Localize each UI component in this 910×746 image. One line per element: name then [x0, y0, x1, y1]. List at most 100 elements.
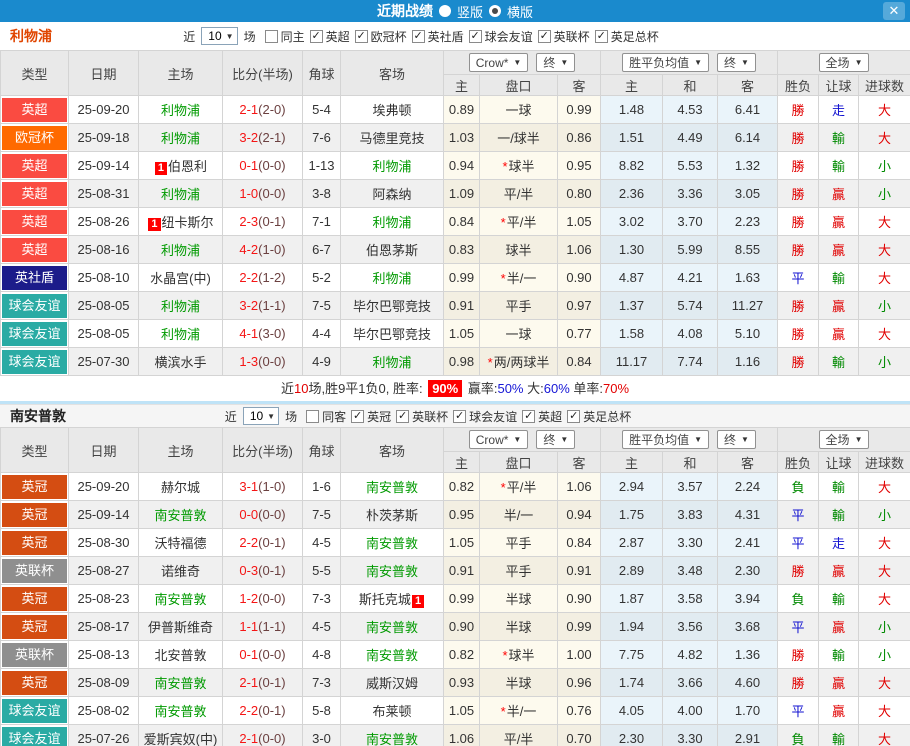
away-team-link[interactable]: 埃弗顿	[372, 103, 411, 118]
match-type-cell: 球会友谊	[0, 724, 69, 746]
games-count-select[interactable]: 10 ▼	[242, 407, 280, 425]
home-team-link[interactable]: 爱斯宾奴(中)	[144, 732, 218, 746]
competition-label[interactable]: 英社盾	[428, 28, 464, 45]
horizontal-layout-label[interactable]: 横版	[507, 2, 533, 21]
bookmaker-group-header: Crow* ▼ 终 ▼	[443, 50, 601, 75]
home-team-link[interactable]: 南安普敦	[154, 704, 206, 719]
home-team-link[interactable]: 利物浦	[161, 131, 200, 146]
away-team-link[interactable]: 斯托克城	[359, 592, 411, 607]
home-team-link[interactable]: 纽卡斯尔	[162, 215, 214, 230]
competition-checkbox[interactable]: ✓	[351, 409, 365, 423]
home-team-link[interactable]: 利物浦	[161, 187, 200, 202]
away-team-link[interactable]: 朴茨茅斯	[366, 508, 418, 523]
away-team-link[interactable]: 南安普敦	[366, 732, 418, 746]
away-team-cell: 南安普敦	[340, 612, 444, 641]
competition-checkbox[interactable]: ✓	[594, 29, 608, 43]
competition-checkbox[interactable]: ✓	[354, 29, 368, 43]
competition-label[interactable]: 英足总杯	[611, 28, 659, 45]
home-team-link[interactable]: 诺维奇	[161, 564, 200, 579]
score-cell: 1-1(1-1)	[222, 612, 303, 641]
competition-checkbox[interactable]: ✓	[309, 29, 323, 43]
competition-checkbox[interactable]: ✓	[567, 409, 581, 423]
final-odds-dropdown[interactable]: 终 ▼	[536, 53, 576, 72]
away-team-link[interactable]: 阿森纳	[372, 187, 411, 202]
home-team-link[interactable]: 伯恩利	[168, 159, 207, 174]
home-team-link[interactable]: 横滨水手	[154, 355, 206, 370]
competition-label[interactable]: 英联杯	[412, 408, 448, 425]
away-team-link[interactable]: 利物浦	[372, 271, 411, 286]
home-team-link[interactable]: 利物浦	[161, 103, 200, 118]
games-count-select[interactable]: 10 ▼	[201, 27, 238, 45]
bookmaker-dropdown[interactable]: Crow* ▼	[468, 53, 529, 72]
competition-checkbox[interactable]: ✓	[537, 29, 551, 43]
competition-label[interactable]: 英冠	[367, 408, 391, 425]
final-odds-dropdown[interactable]: 终 ▼	[536, 430, 576, 449]
away-team-link[interactable]: 布莱顿	[372, 704, 411, 719]
home-team-link[interactable]: 利物浦	[161, 243, 200, 258]
home-team-link[interactable]: 南安普敦	[154, 508, 206, 523]
competition-checkbox[interactable]: ✓	[468, 29, 482, 43]
away-team-link[interactable]: 南安普敦	[366, 620, 418, 635]
same-venue-label[interactable]: 同客	[322, 408, 346, 425]
away-team-cell: 南安普敦	[340, 724, 444, 746]
corner-cell: 7-5	[302, 291, 341, 320]
same-venue-checkbox[interactable]	[306, 409, 320, 423]
home-team-link[interactable]: 南安普敦	[154, 592, 206, 607]
handicap-odds-home-cell: 1.09	[443, 179, 480, 208]
home-team-link[interactable]: 沃特福德	[154, 536, 206, 551]
match-row: 英冠 25-08-09 南安普敦 2-1(0-1) 7-3 威斯汉姆 0.93 半球 0.96 1…	[0, 668, 910, 697]
home-team-link[interactable]: 南安普敦	[154, 676, 206, 691]
away-team-link[interactable]: 毕尔巴鄂竞技	[353, 327, 431, 342]
close-icon[interactable]: ✕	[883, 2, 905, 20]
away-team-link[interactable]: 伯恩茅斯	[366, 243, 418, 258]
competition-label[interactable]: 英超	[538, 408, 562, 425]
home-team-link[interactable]: 水晶宫(中)	[150, 271, 211, 286]
away-team-link[interactable]: 利物浦	[372, 355, 411, 370]
vertical-layout-label[interactable]: 竖版	[457, 2, 483, 21]
vertical-layout-radio[interactable]	[438, 5, 451, 17]
team-name: 南安普敦	[10, 408, 66, 424]
fulltime-dropdown[interactable]: 全场 ▼	[818, 53, 870, 72]
same-venue-label[interactable]: 同主	[281, 28, 305, 45]
avg-odds-home-cell: 2.30	[600, 724, 663, 746]
away-team-link[interactable]: 南安普敦	[366, 648, 418, 663]
home-team-link[interactable]: 北安普敦	[154, 648, 206, 663]
handicap-odds-away-cell: 0.99	[557, 612, 601, 641]
away-team-link[interactable]: 威斯汉姆	[366, 676, 418, 691]
away-team-link[interactable]: 南安普敦	[366, 536, 418, 551]
competition-checkbox[interactable]: ✓	[411, 29, 425, 43]
home-team-link[interactable]: 赫尔城	[161, 480, 200, 495]
away-team-link[interactable]: 马德里竞技	[359, 131, 424, 146]
competition-checkbox[interactable]: ✓	[522, 409, 536, 423]
match-row: 英冠 25-09-20 赫尔城 3-1(1-0) 1-6 南安普敦 0.82 *平/半 1.06…	[0, 472, 910, 501]
competition-checkbox[interactable]: ✓	[396, 409, 410, 423]
away-team-link[interactable]: 南安普敦	[366, 480, 418, 495]
home-team-link[interactable]: 利物浦	[161, 327, 200, 342]
away-team-link[interactable]: 毕尔巴鄂竞技	[353, 299, 431, 314]
competition-label[interactable]: 英联杯	[554, 28, 590, 45]
competition-label[interactable]: 球会友谊	[469, 408, 517, 425]
final-avg-dropdown[interactable]: 终 ▼	[717, 53, 756, 72]
fulltime-dropdown[interactable]: 全场 ▼	[818, 430, 870, 449]
horizontal-layout-radio[interactable]	[489, 5, 501, 17]
competition-label[interactable]: 欧冠杯	[371, 28, 407, 45]
handicap-odds-home-cell: 0.93	[443, 668, 480, 697]
away-team-link[interactable]: 南安普敦	[366, 564, 418, 579]
competition-checkbox[interactable]: ✓	[453, 409, 467, 423]
same-venue-checkbox[interactable]	[264, 29, 278, 43]
competition-label[interactable]: 球会友谊	[485, 28, 533, 45]
away-team-link[interactable]: 利物浦	[372, 215, 411, 230]
home-team-link[interactable]: 伊普斯维奇	[148, 620, 213, 635]
competition-label[interactable]: 英超	[326, 28, 350, 45]
bookmaker-dropdown[interactable]: Crow* ▼	[468, 430, 529, 449]
wdl-avg-dropdown[interactable]: 胜平负均值 ▼	[622, 53, 709, 72]
wdl-avg-dropdown[interactable]: 胜平负均值 ▼	[622, 430, 709, 449]
result-wdl-cell: 負	[777, 584, 820, 613]
corner-cell: 5-8	[302, 696, 341, 725]
competition-label[interactable]: 英足总杯	[583, 408, 631, 425]
final-avg-dropdown[interactable]: 终 ▼	[717, 430, 756, 449]
match-type-cell: 英超	[0, 207, 69, 236]
result-handicap-cell: 輸	[818, 263, 860, 292]
home-team-link[interactable]: 利物浦	[161, 299, 200, 314]
away-team-link[interactable]: 利物浦	[372, 159, 411, 174]
